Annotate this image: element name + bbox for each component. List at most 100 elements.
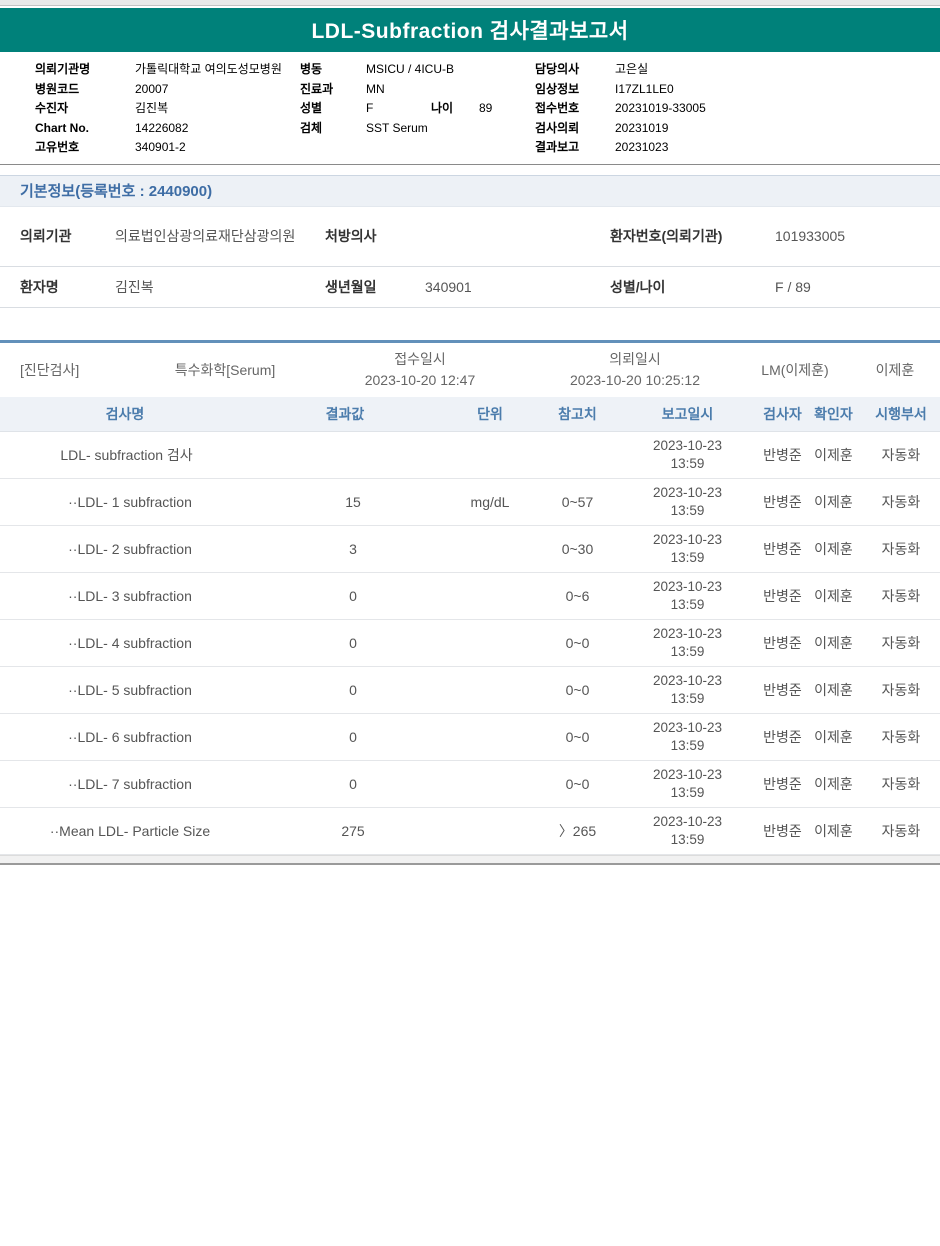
- basic-info-row: 의뢰기관의료법인삼광의료재단삼광의원처방의사환자번호(의뢰기관)10193300…: [0, 207, 940, 267]
- patient-header-col-right: 담당의사고은실임상정보I17ZL1LE0접수번호20231019-33005검사…: [535, 60, 940, 158]
- header-field-value: 20231019-33005: [615, 99, 706, 119]
- result-test-name: ··LDL- 7 subfraction: [0, 761, 250, 808]
- result-department: 자동화: [862, 761, 940, 808]
- exam-summary-bar: [진단검사] 특수화학[Serum] 접수일시 2023-10-20 12:47…: [0, 340, 940, 397]
- header-field-row: 병동MSICU / 4ICU-B: [300, 60, 535, 80]
- result-value: 0: [250, 620, 440, 667]
- header-field-row: 병원코드20007: [35, 80, 300, 100]
- header-field-row: Chart No.14226082: [35, 119, 300, 139]
- header-field-row: 고유번호340901-2: [35, 138, 300, 158]
- result-tester: 반병준: [760, 808, 805, 855]
- request-value: 2023-10-20 10:25:12: [530, 370, 740, 390]
- result-test-name: ··Mean LDL- Particle Size: [0, 808, 250, 855]
- result-value: 0: [250, 667, 440, 714]
- result-test-name: ··LDL- 5 subfraction: [0, 667, 250, 714]
- header-field-label: 검사의뢰: [535, 119, 615, 139]
- basic-info-section: 기본정보(등록번호 : 2440900) 의뢰기관의료법인삼광의료재단삼광의원처…: [0, 175, 940, 308]
- header-field-row: 의뢰기관명가톨릭대학교 여의도성모병원: [35, 60, 300, 80]
- report-time: 13:59: [615, 549, 760, 567]
- header-field-value: 20231023: [615, 138, 668, 158]
- receipt-label: 접수일시: [310, 349, 530, 369]
- report-date: 2023-10-23: [615, 813, 760, 831]
- result-tester: 반병준: [760, 432, 805, 479]
- result-value: 0: [250, 573, 440, 620]
- header-field-row: 임상정보I17ZL1LE0: [535, 80, 940, 100]
- result-unit: [440, 573, 540, 620]
- header-field-label: Chart No.: [35, 119, 135, 139]
- col-header-department: 시행부서: [862, 397, 940, 432]
- result-report-datetime: 2023-10-23 13:59: [615, 526, 760, 573]
- request-label: 의뢰일시: [530, 349, 740, 369]
- result-row: ··LDL- 7 subfraction 0 0~0 2023-10-23 13…: [0, 761, 940, 808]
- result-reference-range: 0~6: [540, 573, 615, 620]
- result-test-name: ··LDL- 4 subfraction: [0, 620, 250, 667]
- report-date: 2023-10-23: [615, 437, 760, 455]
- header-field-value: F: [366, 99, 431, 119]
- header-field-row: 수진자김진복: [35, 99, 300, 119]
- result-department: 자동화: [862, 667, 940, 714]
- basic-info-label: 환자번호(의뢰기관): [610, 226, 775, 246]
- result-reference-range: 0~0: [540, 667, 615, 714]
- result-reference-range: 0~0: [540, 620, 615, 667]
- patient-header-block: 의뢰기관명가톨릭대학교 여의도성모병원병원코드20007수진자김진복Chart …: [0, 52, 940, 165]
- basic-info-label: 생년월일: [325, 277, 425, 297]
- exam-receipt-datetime: 접수일시 2023-10-20 12:47: [310, 349, 530, 390]
- result-report-datetime: 2023-10-23 13:59: [615, 667, 760, 714]
- basic-info-label: 성별/나이: [610, 277, 775, 297]
- result-verifier: 이제훈: [805, 526, 862, 573]
- result-row: ··Mean LDL- Particle Size 275 〉265 2023-…: [0, 808, 940, 855]
- result-verifier: 이제훈: [805, 432, 862, 479]
- result-report-datetime: 2023-10-23 13:59: [615, 714, 760, 761]
- report-title-bar: LDL-Subfraction 검사결과보고서: [0, 8, 940, 52]
- col-header-reference: 참고치: [540, 397, 615, 432]
- header-field-value: MSICU / 4ICU-B: [366, 60, 454, 80]
- result-tester: 반병준: [760, 526, 805, 573]
- basic-info-value: F / 89: [775, 279, 940, 295]
- basic-info-value: 340901: [425, 279, 610, 295]
- result-reference-range: 0~0: [540, 714, 615, 761]
- report-time: 13:59: [615, 596, 760, 614]
- result-department: 자동화: [862, 432, 940, 479]
- result-unit: [440, 620, 540, 667]
- report-time: 13:59: [615, 831, 760, 849]
- result-report-datetime: 2023-10-23 13:59: [615, 808, 760, 855]
- result-verifier: 이제훈: [805, 479, 862, 526]
- result-department: 자동화: [862, 526, 940, 573]
- report-time: 13:59: [615, 690, 760, 708]
- result-verifier: 이제훈: [805, 761, 862, 808]
- header-field-label: 수진자: [35, 99, 135, 119]
- result-department: 자동화: [862, 714, 940, 761]
- result-reference-range: 〉265: [540, 808, 615, 855]
- result-report-datetime: 2023-10-23 13:59: [615, 432, 760, 479]
- header-field-value: MN: [366, 80, 385, 100]
- patient-header-col-middle: 병동MSICU / 4ICU-B진료과MN성별F나이89검체SST Serum: [300, 60, 535, 158]
- result-tester: 반병준: [760, 479, 805, 526]
- result-unit: mg/dL: [440, 479, 540, 526]
- header-field-row: 검사의뢰20231019: [535, 119, 940, 139]
- header-field-label: 임상정보: [535, 80, 615, 100]
- result-tester: 반병준: [760, 573, 805, 620]
- header-field-value: 고은실: [615, 60, 648, 80]
- col-header-test-name: 검사명: [0, 397, 250, 432]
- result-department: 자동화: [862, 620, 940, 667]
- header-field-row: 결과보고20231023: [535, 138, 940, 158]
- result-report-datetime: 2023-10-23 13:59: [615, 573, 760, 620]
- result-value: 15: [250, 479, 440, 526]
- header-field-row: 접수번호20231019-33005: [535, 99, 940, 119]
- horizontal-scrollbar-track[interactable]: [0, 855, 940, 865]
- exam-category: [진단검사]: [0, 360, 140, 380]
- result-test-name: ··LDL- 3 subfraction: [0, 573, 250, 620]
- result-reference-range: 0~0: [540, 761, 615, 808]
- result-tester: 반병준: [760, 714, 805, 761]
- result-verifier: 이제훈: [805, 573, 862, 620]
- header-field-value: 340901-2: [135, 138, 186, 158]
- header-field-label: 성별: [300, 99, 366, 119]
- header-field-row: 담당의사고은실: [535, 60, 940, 80]
- exam-test-group: 특수화학[Serum]: [140, 360, 310, 380]
- result-row: LDL- subfraction 검사 2023-10-23 13:59 반병준…: [0, 432, 940, 479]
- col-header-report-time: 보고일시: [615, 397, 760, 432]
- result-value: 0: [250, 761, 440, 808]
- header-field-label: 고유번호: [35, 138, 135, 158]
- header-field-label: 의뢰기관명: [35, 60, 135, 80]
- report-time: 13:59: [615, 502, 760, 520]
